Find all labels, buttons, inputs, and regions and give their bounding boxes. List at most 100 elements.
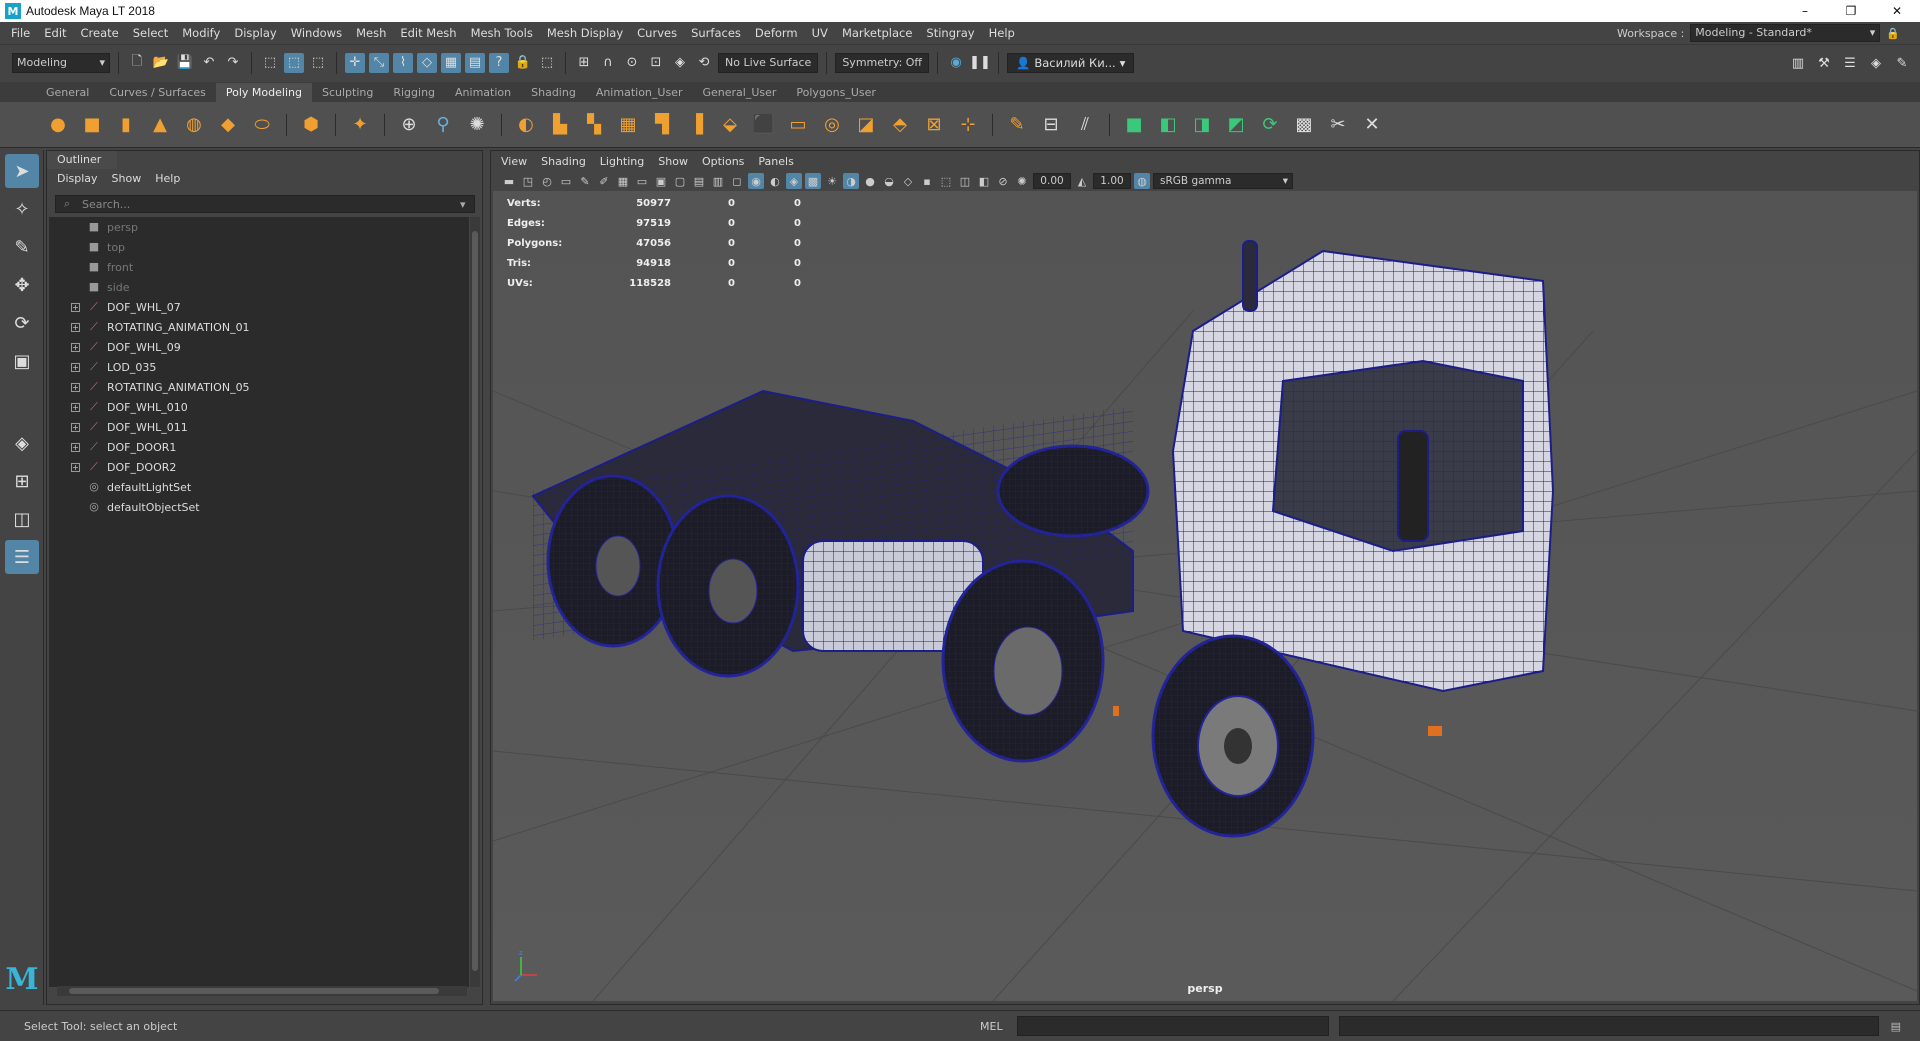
wedge-icon[interactable]: ⊠: [920, 111, 948, 139]
shelf-tab-poly-modeling[interactable]: Poly Modeling: [215, 83, 312, 102]
expand-icon[interactable]: +: [71, 322, 80, 332]
camera-mapping-icon[interactable]: ⟳: [1256, 111, 1284, 139]
select-by-rendering-icon[interactable]: ?: [489, 52, 509, 73]
snap-point-icon[interactable]: ⊙: [622, 53, 642, 73]
outliner-menu-display[interactable]: Display: [57, 172, 98, 185]
grid-icon[interactable]: ▦: [615, 173, 631, 189]
expand-icon[interactable]: +: [71, 302, 80, 312]
snap-live-icon[interactable]: ⟲: [694, 53, 714, 73]
wireframe-icon[interactable]: ◻: [729, 173, 745, 189]
save-scene-icon[interactable]: 💾: [175, 53, 195, 73]
select-component-icon[interactable]: ⬚: [308, 53, 328, 73]
rotate-tool-icon[interactable]: ⟳: [5, 306, 39, 340]
expand-icon[interactable]: +: [71, 382, 80, 392]
perspective-view[interactable]: Verts: 50977 0 0 Edges: 97519 0 0 Polygons: 47056…: [493, 191, 1917, 1001]
menu-mesh[interactable]: Mesh: [349, 26, 393, 40]
outliner-item[interactable]: + ⟋ DOF_DOOR1: [49, 437, 469, 457]
outliner-menu-show[interactable]: Show: [112, 172, 142, 185]
grease-pencil-icon[interactable]: ✐: [596, 173, 612, 189]
snap-grid-icon[interactable]: ⊞: [574, 53, 594, 73]
sew-uv-icon[interactable]: ✕: [1358, 111, 1386, 139]
depth-of-field-icon[interactable]: ▪: [919, 173, 935, 189]
shelf-tab-curves-surfaces[interactable]: Curves / Surfaces: [99, 83, 216, 102]
viewport-menu-shading[interactable]: Shading: [541, 155, 586, 168]
menu-marketplace[interactable]: Marketplace: [835, 26, 919, 40]
viewport-menu-show[interactable]: Show: [658, 155, 688, 168]
shelf-tab-shading[interactable]: Shading: [521, 83, 586, 102]
workspace-dropdown[interactable]: Modeling - Standard*: [1690, 24, 1881, 42]
select-by-deformation-icon[interactable]: ▦: [441, 52, 461, 73]
outliner-horizontal-scrollbar[interactable]: [57, 986, 467, 996]
extrude-icon[interactable]: ⬛: [750, 111, 778, 139]
lasso-tool-icon[interactable]: ✧: [5, 192, 39, 226]
xray-components-icon[interactable]: ⊘: [995, 173, 1011, 189]
menu-surfaces[interactable]: Surfaces: [684, 26, 748, 40]
select-tool-icon[interactable]: ➤: [5, 154, 39, 188]
poly-sphere-icon[interactable]: ●: [44, 111, 72, 139]
mel-label[interactable]: MEL: [960, 1020, 1017, 1033]
menu-set-dropdown[interactable]: Modeling: [12, 52, 110, 73]
snap-view-plane-icon[interactable]: ⊡: [646, 53, 666, 73]
menu-create[interactable]: Create: [74, 26, 126, 40]
symmetry-field[interactable]: Symmetry: Off: [835, 52, 930, 73]
poly-cone-icon[interactable]: ▲: [146, 111, 174, 139]
multi-cut-icon[interactable]: ✎: [1003, 111, 1031, 139]
channel-box-icon[interactable]: ☰: [1840, 53, 1860, 73]
outliner-layout-icon[interactable]: ☰: [5, 540, 39, 574]
textured-icon[interactable]: ▩: [805, 173, 821, 189]
safe-action-icon[interactable]: ▥: [710, 173, 726, 189]
near-clip-field[interactable]: 0.00: [1033, 173, 1071, 189]
pause-icon[interactable]: ❚❚: [969, 53, 991, 73]
expand-icon[interactable]: +: [71, 402, 80, 412]
uv-editor-icon[interactable]: ▩: [1290, 111, 1318, 139]
menu-file[interactable]: File: [4, 26, 37, 40]
outliner-menu-help[interactable]: Help: [155, 172, 180, 185]
outliner-item[interactable]: + ⟋ DOF_WHL_07: [49, 297, 469, 317]
outliner-item[interactable]: ■ persp: [49, 217, 469, 237]
menu-edit[interactable]: Edit: [37, 26, 73, 40]
collapse-icon[interactable]: ⊹: [954, 111, 982, 139]
gamma-icon[interactable]: ◭: [1074, 173, 1090, 189]
boolean-icon[interactable]: ▜: [648, 111, 676, 139]
outliner-item[interactable]: + ⟋ DOF_WHL_011: [49, 417, 469, 437]
poly-plane-icon[interactable]: ◆: [214, 111, 242, 139]
gate-mask-icon[interactable]: ▢: [672, 173, 688, 189]
script-editor-icon[interactable]: ▤: [1891, 1020, 1901, 1033]
super-shape-icon[interactable]: ✦: [346, 111, 374, 139]
expand-icon[interactable]: +: [71, 462, 80, 472]
scale-tool-icon[interactable]: ▣: [5, 344, 39, 378]
poly-cube-icon[interactable]: ■: [78, 111, 106, 139]
close-button[interactable]: ✕: [1874, 0, 1920, 22]
viewport-menu-lighting[interactable]: Lighting: [600, 155, 644, 168]
undo-icon[interactable]: ↶: [199, 53, 219, 73]
outliner-item[interactable]: ◎ defaultLightSet: [49, 477, 469, 497]
cylindrical-mapping-icon[interactable]: ◧: [1154, 111, 1182, 139]
lock-selection-icon[interactable]: 🔒: [513, 53, 533, 73]
lock-icon[interactable]: 🔒: [1886, 27, 1900, 40]
persp-outliner-layout-icon[interactable]: ◫: [5, 502, 39, 536]
far-clip-field[interactable]: 1.00: [1093, 173, 1131, 189]
character-controls-icon[interactable]: ✎: [1892, 53, 1912, 73]
menu-modify[interactable]: Modify: [175, 26, 227, 40]
isolate-select-icon[interactable]: ⬚: [938, 173, 954, 189]
bridge-icon[interactable]: ⬙: [716, 111, 744, 139]
poly-cylinder-icon[interactable]: ▮: [112, 111, 140, 139]
snap-surface-icon[interactable]: ◈: [670, 53, 690, 73]
menu-mesh-tools[interactable]: Mesh Tools: [464, 26, 540, 40]
color-management-dropdown[interactable]: sRGB gamma: [1153, 173, 1293, 189]
resolution-gate-icon[interactable]: ▣: [653, 173, 669, 189]
outliner-item[interactable]: + ⟋ ROTATING_ANIMATION_05: [49, 377, 469, 397]
paint-select-tool-icon[interactable]: ✎: [5, 230, 39, 264]
select-hierarchy-icon[interactable]: ⬚: [260, 53, 280, 73]
fill-hole-icon[interactable]: ◪: [852, 111, 880, 139]
scrollbar-thumb[interactable]: [69, 988, 439, 994]
menu-curves[interactable]: Curves: [630, 26, 684, 40]
move-tool-icon[interactable]: ✥: [5, 268, 39, 302]
film-gate-icon[interactable]: ▭: [634, 173, 650, 189]
shelf-tab-general[interactable]: General: [36, 83, 99, 102]
new-scene-icon[interactable]: 🗋: [127, 53, 147, 73]
color-management-icon[interactable]: ◍: [1134, 173, 1150, 189]
poly-disc-icon[interactable]: ⬭: [248, 111, 276, 139]
automatic-mapping-icon[interactable]: ◩: [1222, 111, 1250, 139]
offset-edge-loop-icon[interactable]: ⫽: [1071, 111, 1099, 139]
